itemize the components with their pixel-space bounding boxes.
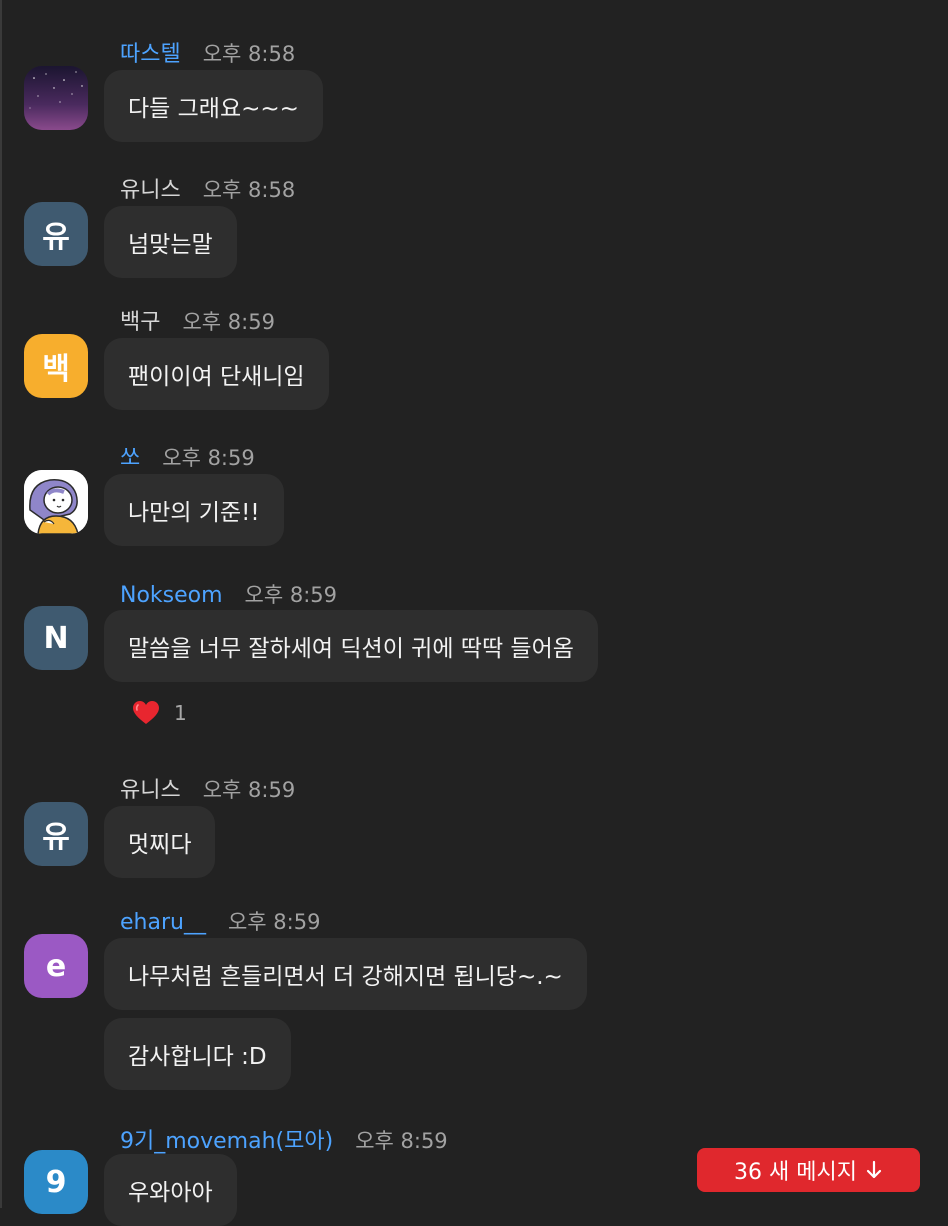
message-header: 유니스 오후 8:59 <box>120 772 295 804</box>
sender-name[interactable]: 쏘 <box>120 440 140 472</box>
message-header: 유니스 오후 8:58 <box>120 172 295 204</box>
message-bubble[interactable]: 다들 그래요~~~ <box>104 70 323 142</box>
avatar[interactable]: e <box>24 934 88 998</box>
message-bubble[interactable]: 넘맞는말 <box>104 206 237 278</box>
message-time: 오후 8:59 <box>162 446 255 470</box>
message-bubble[interactable]: 나만의 기준!! <box>104 474 284 546</box>
message-bubble[interactable]: 감사합니다 :D <box>104 1018 291 1090</box>
night-sky-avatar-icon <box>24 66 88 130</box>
sender-name[interactable]: Nokseom <box>120 583 223 608</box>
avatar[interactable]: 9 <box>24 1150 88 1214</box>
new-messages-button[interactable]: 36 새 메시지 <box>697 1148 920 1192</box>
message-bubble[interactable]: 팬이이여 단새니임 <box>104 338 329 410</box>
reaction-chip[interactable]: 1 <box>132 700 187 726</box>
message-time: 오후 8:59 <box>227 910 321 934</box>
message-header: 백구 오후 8:59 <box>120 304 275 336</box>
message-bubble[interactable]: 우와아아 <box>104 1154 237 1226</box>
message-time: 오후 8:59 <box>355 1129 448 1153</box>
arrow-down-icon <box>865 1160 883 1180</box>
message-time: 오후 8:59 <box>182 310 275 334</box>
message-time: 오후 8:58 <box>202 42 296 66</box>
new-messages-label: 36 새 메시지 <box>734 1160 857 1185</box>
message-header: Nokseom 오후 8:59 <box>120 579 337 609</box>
sender-name[interactable]: 백구 <box>120 304 160 336</box>
avatar[interactable] <box>24 470 88 534</box>
sender-name[interactable]: 9기_movemah(모아) <box>120 1123 333 1155</box>
avatar[interactable]: 백 <box>24 334 88 398</box>
sender-name[interactable]: 유니스 <box>120 772 181 804</box>
message-header: 따스텔 오후 8:58 <box>120 36 295 68</box>
message-bubble[interactable]: 멋찌다 <box>104 806 216 878</box>
avatar[interactable] <box>24 66 88 130</box>
chat-message-list[interactable]: 따스텔 오후 8:58 다들 그래요~~~ 유니스 오후 8:58 유 넘맞는말… <box>0 0 948 1226</box>
avatar[interactable]: 유 <box>24 202 88 266</box>
message-time: 오후 8:58 <box>202 178 296 202</box>
message-header: eharu__ 오후 8:59 <box>120 906 320 936</box>
sender-name[interactable]: eharu__ <box>120 910 206 935</box>
avatar[interactable]: 유 <box>24 802 88 866</box>
message-bubble[interactable]: 말씀을 너무 잘하세여 딕션이 귀에 딱딱 들어옴 <box>104 610 598 682</box>
message-time: 오후 8:59 <box>202 778 296 802</box>
reaction-count: 1 <box>174 701 187 725</box>
sender-name[interactable]: 유니스 <box>120 172 181 204</box>
heart-icon <box>133 701 159 724</box>
message-header: 9기_movemah(모아) 오후 8:59 <box>120 1123 448 1155</box>
message-header: 쏘 오후 8:59 <box>120 440 255 472</box>
message-bubble[interactable]: 나무처럼 흔들리면서 더 강해지면 됩니당~.~ <box>104 938 587 1010</box>
sender-name[interactable]: 따스텔 <box>120 36 181 68</box>
avatar[interactable]: N <box>24 606 88 670</box>
message-time: 오후 8:59 <box>244 583 338 607</box>
cartoon-girl-avatar-icon <box>24 470 88 534</box>
